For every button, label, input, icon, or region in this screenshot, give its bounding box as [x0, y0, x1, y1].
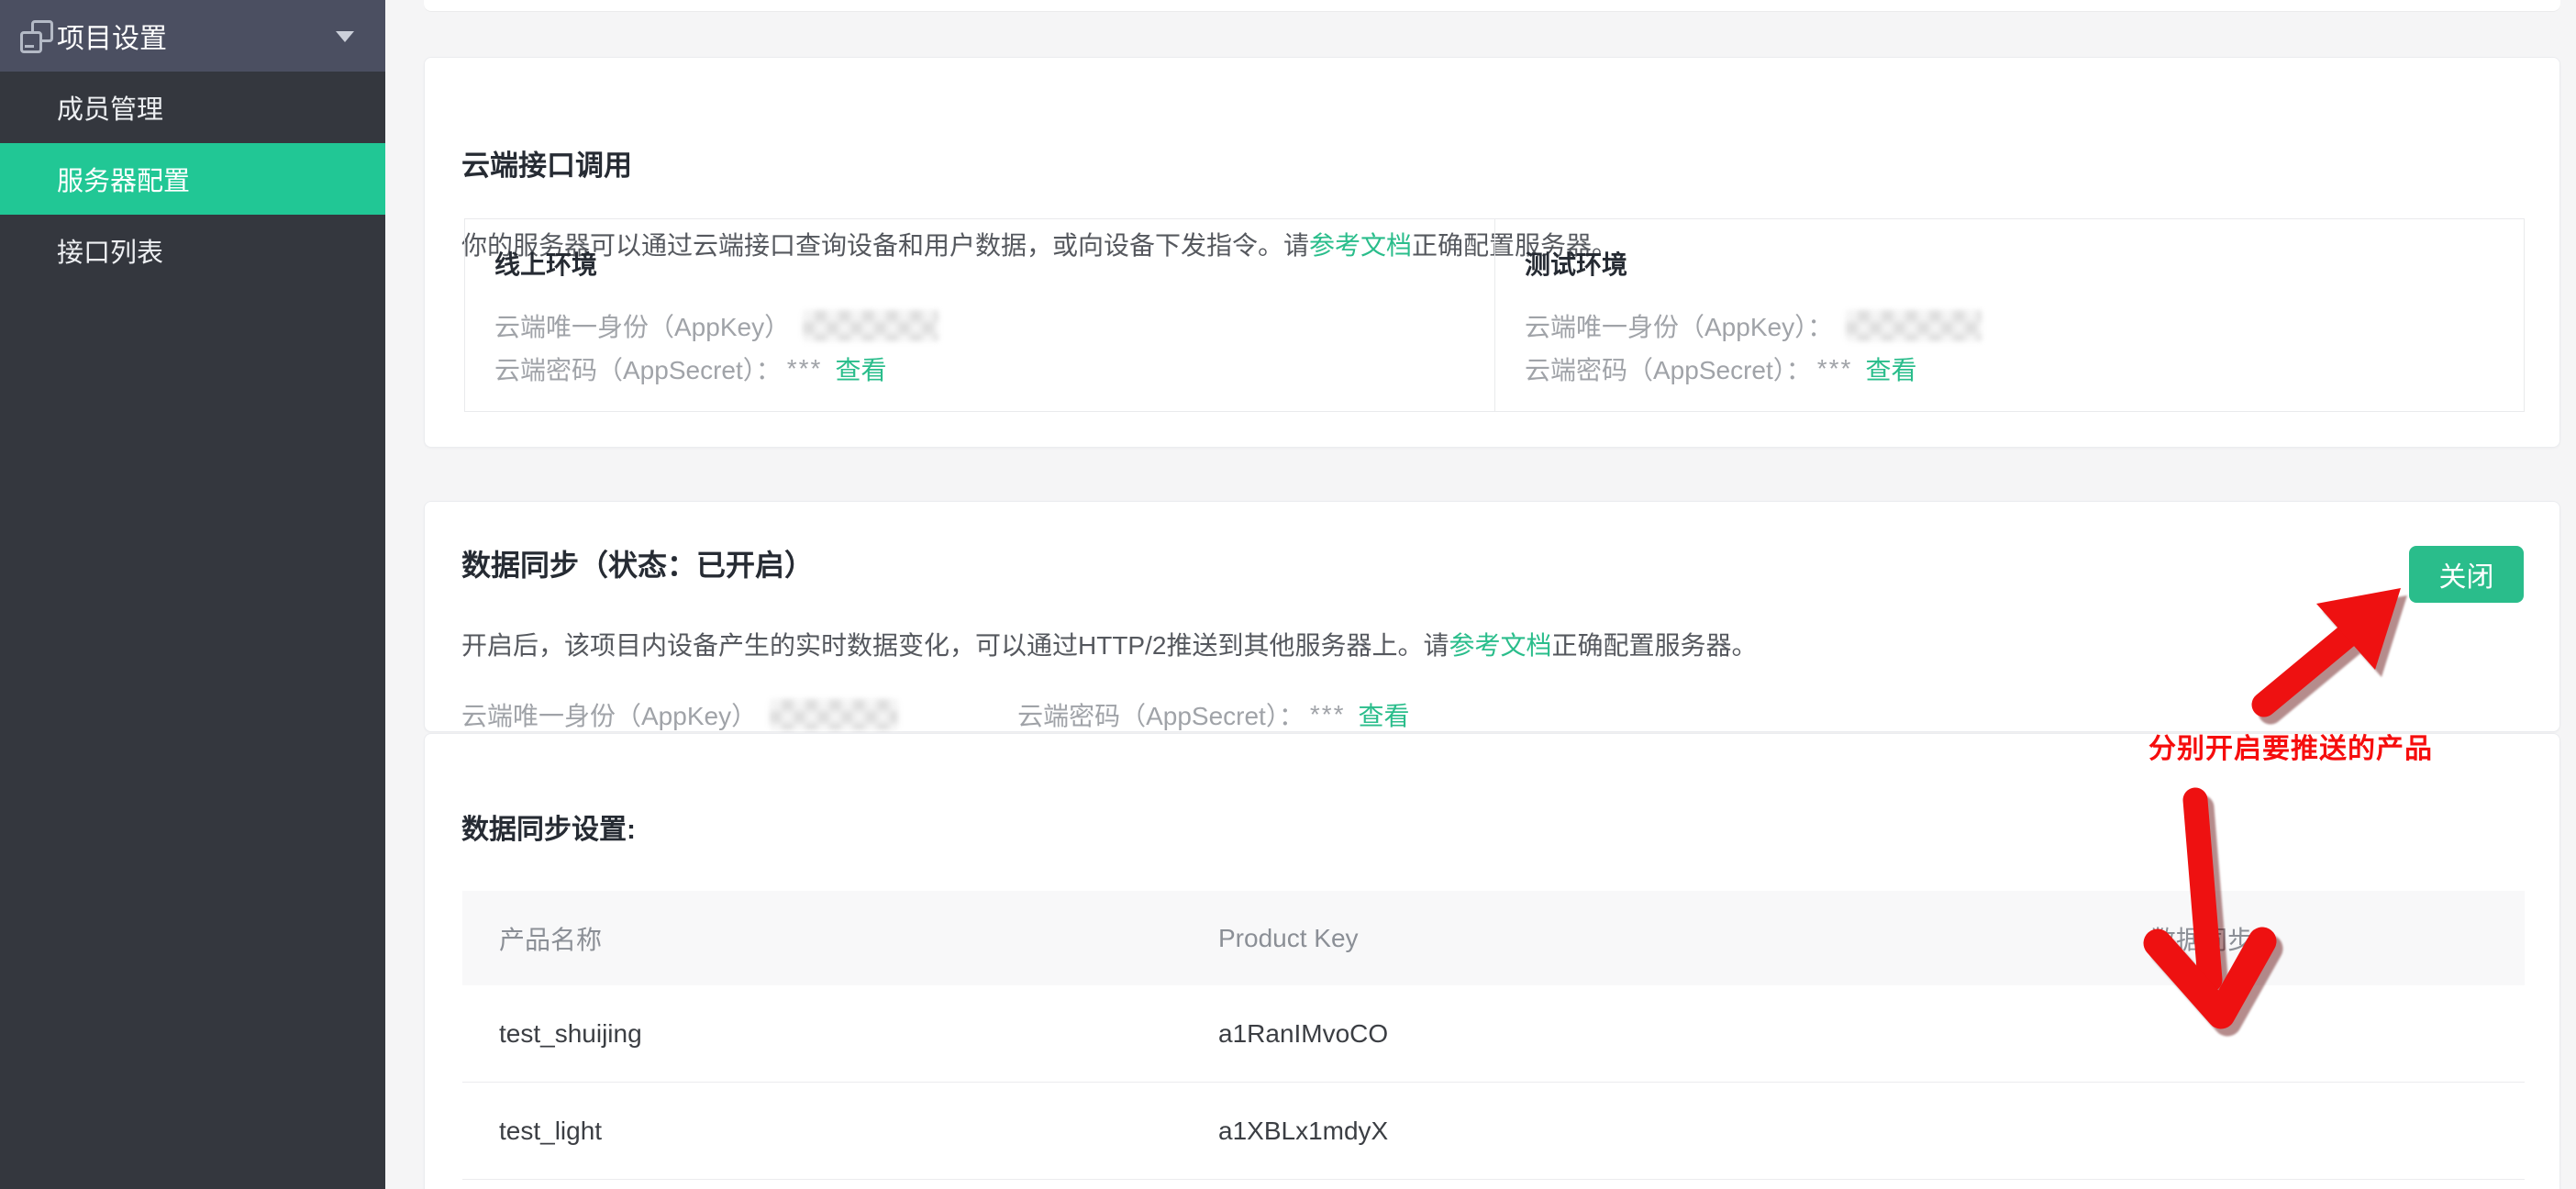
previous-card-bottom-strip	[424, 0, 2560, 11]
project-icon	[20, 20, 53, 53]
product-key: a1XBLx1mdyX	[1218, 1117, 2150, 1146]
env-online-title: 线上环境	[494, 245, 1494, 282]
appkey-value-redacted	[803, 310, 938, 341]
sidebar: 项目设置 成员管理 服务器配置 接口列表	[0, 0, 385, 1189]
close-sync-button[interactable]: 关闭	[2409, 546, 2524, 603]
col-header-product-name: 产品名称	[462, 920, 1218, 957]
appsecret-masked: ***	[787, 354, 823, 383]
sidebar-item-label: 服务器配置	[57, 160, 190, 198]
appkey-value-redacted	[1846, 310, 1982, 341]
appsecret-label: 云端密码（AppSecret）：	[1017, 696, 1305, 733]
sync-products-table: 产品名称 Product Key 数据同步 test_shuijing a1Ra…	[462, 891, 2525, 1180]
annotation-text: 分别开启要推送的产品	[2149, 726, 2433, 766]
sync-settings-title: 数据同步设置:	[461, 806, 636, 847]
chevron-down-icon[interactable]	[336, 31, 354, 42]
product-key: a1RanIMvoCO	[1218, 1019, 2150, 1049]
appkey-label: 云端唯一身份（AppKey）	[494, 307, 790, 344]
sidebar-header-label: 项目设置	[57, 16, 167, 56]
appkey-label: 云端唯一身份（AppKey）	[461, 696, 757, 733]
appsecret-masked: ***	[1817, 354, 1853, 383]
sync-settings-card: 数据同步设置: 产品名称 Product Key 数据同步 test_shuij…	[424, 733, 2560, 1189]
col-header-data-sync: 数据同步	[2150, 920, 2525, 957]
data-sync-title: 数据同步（状态：已开启）	[461, 542, 814, 584]
environment-boxes: 线上环境 云端唯一身份（AppKey） 云端密码（AppSecret）： ***…	[464, 218, 2525, 412]
reference-doc-link[interactable]: 参考文档	[1449, 631, 1551, 660]
view-appsecret-link[interactable]: 查看	[1865, 350, 1916, 387]
product-name: test_shuijing	[462, 1019, 1218, 1049]
env-online: 线上环境 云端唯一身份（AppKey） 云端密码（AppSecret）： ***…	[465, 219, 1494, 411]
cloud-api-card: 云端接口调用 你的服务器可以通过云端接口查询设备和用户数据，或向设备下发指令。请…	[424, 57, 2560, 448]
view-appsecret-link[interactable]: 查看	[835, 350, 886, 387]
env-test: 测试环境 云端唯一身份（AppKey）： 云端密码（AppSecret）： **…	[1494, 219, 2524, 411]
sidebar-item-member-management[interactable]: 成员管理	[0, 72, 385, 143]
description-text: 正确配置服务器。	[1551, 631, 1757, 660]
description-text: 开启后，该项目内设备产生的实时数据变化，可以通过HTTP/2推送到其他服务器上。…	[461, 631, 1449, 660]
table-header-row: 产品名称 Product Key 数据同步	[462, 891, 2525, 985]
view-appsecret-link[interactable]: 查看	[1359, 696, 1410, 733]
appkey-line: 云端唯一身份（AppKey）：	[1525, 304, 2524, 347]
data-sync-description: 开启后，该项目内设备产生的实时数据变化，可以通过HTTP/2推送到其他服务器上。…	[461, 626, 1758, 662]
table-row: test_shuijing a1RanIMvoCO	[462, 985, 2525, 1083]
env-test-title: 测试环境	[1525, 245, 2524, 282]
appkey-line: 云端唯一身份（AppKey）	[494, 304, 1494, 347]
appkey-label: 云端唯一身份（AppKey）：	[1525, 307, 1833, 344]
appsecret-label: 云端密码（AppSecret）：	[1525, 350, 1812, 387]
sidebar-item-label: 成员管理	[57, 88, 163, 127]
cloud-api-title: 云端接口调用	[461, 142, 632, 183]
data-sync-card: 数据同步（状态：已开启） 关闭 开启后，该项目内设备产生的实时数据变化，可以通过…	[424, 501, 2560, 732]
appkey-value-redacted	[770, 699, 898, 730]
sidebar-item-server-config[interactable]: 服务器配置	[0, 143, 385, 215]
appsecret-line: 云端密码（AppSecret）： *** 查看	[494, 347, 1494, 390]
sync-credentials-line: 云端唯一身份（AppKey） 云端密码（AppSecret）： *** 查看	[461, 696, 1410, 733]
appsecret-line: 云端密码（AppSecret）： *** 查看	[1525, 347, 2524, 390]
sidebar-item-api-list[interactable]: 接口列表	[0, 215, 385, 286]
col-header-product-key: Product Key	[1218, 924, 2150, 953]
product-name: test_light	[462, 1117, 1218, 1146]
appsecret-masked: ***	[1310, 700, 1346, 729]
sidebar-item-label: 接口列表	[57, 231, 163, 270]
appsecret-label: 云端密码（AppSecret）：	[494, 350, 782, 387]
table-row: test_light a1XBLx1mdyX	[462, 1083, 2525, 1180]
sidebar-header-project-settings[interactable]: 项目设置	[0, 0, 385, 72]
